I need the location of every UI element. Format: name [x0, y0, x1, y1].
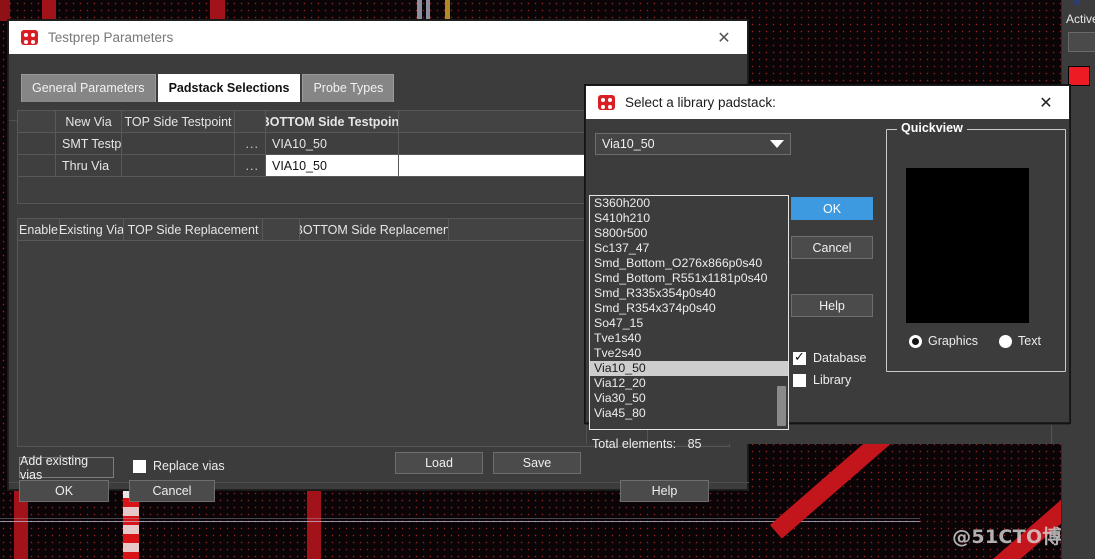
col-header-existing-via: Existing Via	[60, 219, 124, 241]
load-button[interactable]: Load	[395, 452, 483, 474]
list-item[interactable]: Smd_R335x354p0s40	[590, 286, 788, 301]
list-item[interactable]: S410h210	[590, 211, 788, 226]
ok-button[interactable]: OK	[19, 480, 109, 502]
total-elements-value: 85	[687, 437, 702, 451]
radio-dot[interactable]	[999, 334, 1012, 348]
library-dialog-body: Via10_50 S360h200 S410h210 S800r500 Sc13…	[586, 119, 1069, 451]
pcb-pad-stripe	[307, 490, 321, 559]
library-ok-button[interactable]: OK	[791, 197, 873, 220]
total-elements: Total elements: 85	[592, 437, 701, 451]
cell-top-browse-ellipsis[interactable]: ...	[235, 133, 266, 155]
list-item[interactable]: Tve1s40	[590, 331, 788, 346]
active-class-dropdown[interactable]	[1068, 32, 1095, 52]
layer-color-swatch[interactable]	[1068, 66, 1090, 86]
quickview-mode-graphics[interactable]: Graphics	[909, 334, 978, 348]
listbox-scrollbar-thumb[interactable]	[777, 386, 786, 426]
list-item[interactable]: Via30_50	[590, 391, 788, 406]
status-bar-divider	[586, 425, 587, 444]
library-help-button[interactable]: Help	[791, 294, 873, 317]
tab-general-parameters[interactable]: General Parameters	[21, 74, 156, 102]
radio-dot[interactable]	[909, 334, 922, 348]
library-label: Library	[813, 373, 852, 387]
row-selector[interactable]	[18, 133, 56, 155]
list-item[interactable]: Smd_Bottom_R551x1181p0s40	[590, 271, 788, 286]
col-header-blank	[18, 111, 56, 133]
status-bar-divider	[1051, 425, 1052, 444]
tabstrip: General Parameters Padstack Selections P…	[21, 74, 395, 102]
active-class-label: Active C	[1066, 12, 1095, 26]
list-item-selected[interactable]: Via10_50	[590, 361, 788, 376]
col-header-new-via: New Via	[56, 111, 122, 133]
padstack-combo[interactable]: Via10_50	[595, 133, 791, 155]
library-dialog-titlebar: Select a library padstack: ✕	[586, 86, 1069, 119]
quickview-mode-text[interactable]: Text	[999, 334, 1041, 348]
select-library-padstack-dialog: Select a library padstack: ✕ Via10_50 S3…	[585, 85, 1070, 451]
list-item[interactable]: Via45_80	[590, 406, 788, 421]
col-header-top-ellipsis	[235, 111, 266, 133]
checkbox-box[interactable]	[133, 459, 146, 473]
app-icon	[21, 30, 38, 45]
close-icon[interactable]: ✕	[1023, 86, 1069, 119]
library-checkbox[interactable]: Library	[793, 373, 851, 387]
quickview-legend: Quickview	[897, 121, 967, 135]
cell-bottom-side-testpoint[interactable]: VIA10_50	[266, 133, 399, 155]
main-dialog-titlebar: Testprep Parameters ✕	[9, 21, 747, 54]
help-button[interactable]: Help	[620, 480, 709, 502]
list-item[interactable]: Smd_Bottom_O276x866p0s40	[590, 256, 788, 271]
replace-vias-checkbox[interactable]: Replace vias	[133, 459, 225, 473]
list-item[interactable]: Via12_20	[590, 376, 788, 391]
library-dialog-title: Select a library padstack:	[625, 95, 776, 110]
cell-bottom-side-testpoint[interactable]: VIA10_50	[266, 155, 399, 177]
library-cancel-button[interactable]: Cancel	[791, 236, 873, 259]
col-header-blank-spacer	[263, 219, 300, 241]
main-dialog-title: Testprep Parameters	[48, 30, 174, 45]
cell-top-side-testpoint[interactable]	[122, 155, 235, 177]
pcb-pad-stripe	[445, 0, 450, 21]
pcb-pad-stripe	[0, 0, 10, 21]
col-header-bottom-side-testpoint: BOTTOM Side Testpoint	[266, 111, 399, 133]
replace-vias-label: Replace vias	[153, 459, 225, 473]
list-item[interactable]: S360h200	[590, 196, 788, 211]
graphics-label: Graphics	[928, 334, 979, 348]
total-elements-label: Total elements:	[592, 437, 677, 451]
cell-new-via[interactable]: SMT Testpad	[56, 133, 122, 155]
checkbox-box[interactable]	[793, 349, 806, 365]
col-header-top-side-replacement: TOP Side Replacement	[124, 219, 263, 241]
tab-padstack-selections[interactable]: Padstack Selections	[157, 74, 301, 102]
save-button[interactable]: Save	[493, 452, 581, 474]
checkbox-box[interactable]	[793, 373, 806, 387]
col-header-enable: Enable	[18, 219, 60, 241]
panel-top-marker	[1074, 0, 1080, 5]
pcb-pad-stripe	[210, 0, 225, 21]
col-header-top-side-testpoint: TOP Side Testpoint	[122, 111, 235, 133]
add-existing-vias-button[interactable]: Add existing vias	[19, 454, 114, 482]
pcb-pad-stripe	[417, 0, 422, 21]
pcb-pad-stripe	[42, 0, 56, 21]
list-item[interactable]: So47_15	[590, 316, 788, 331]
chevron-down-icon[interactable]	[770, 140, 784, 148]
row-selector[interactable]	[18, 155, 56, 177]
cell-top-side-testpoint[interactable]	[122, 133, 235, 155]
list-item[interactable]: Sc137_47	[590, 241, 788, 256]
padstack-combo-value: Via10_50	[602, 137, 655, 151]
padstack-listbox[interactable]: S360h200 S410h210 S800r500 Sc137_47 Smd_…	[589, 195, 789, 430]
quickview-preview	[906, 168, 1029, 323]
pcb-pad-stripe	[426, 0, 430, 21]
list-item[interactable]: Smd_R354x374p0s40	[590, 301, 788, 316]
quickview-group: Quickview Graphics Text	[886, 121, 1066, 372]
list-item[interactable]: S800r500	[590, 226, 788, 241]
list-item[interactable]: Tve2s40	[590, 346, 788, 361]
cell-top-browse-ellipsis[interactable]: ...	[235, 155, 266, 177]
col-header-bottom-side-replacement: BOTTOM Side Replacement	[300, 219, 449, 241]
database-label: Database	[813, 351, 867, 365]
cell-new-via[interactable]: Thru Via	[56, 155, 122, 177]
close-icon[interactable]: ✕	[701, 21, 747, 54]
text-label: Text	[1018, 334, 1041, 348]
app-icon	[598, 95, 615, 110]
cancel-button[interactable]: Cancel	[129, 480, 215, 502]
tab-probe-types[interactable]: Probe Types	[302, 74, 395, 102]
database-checkbox[interactable]: Database	[793, 349, 867, 365]
